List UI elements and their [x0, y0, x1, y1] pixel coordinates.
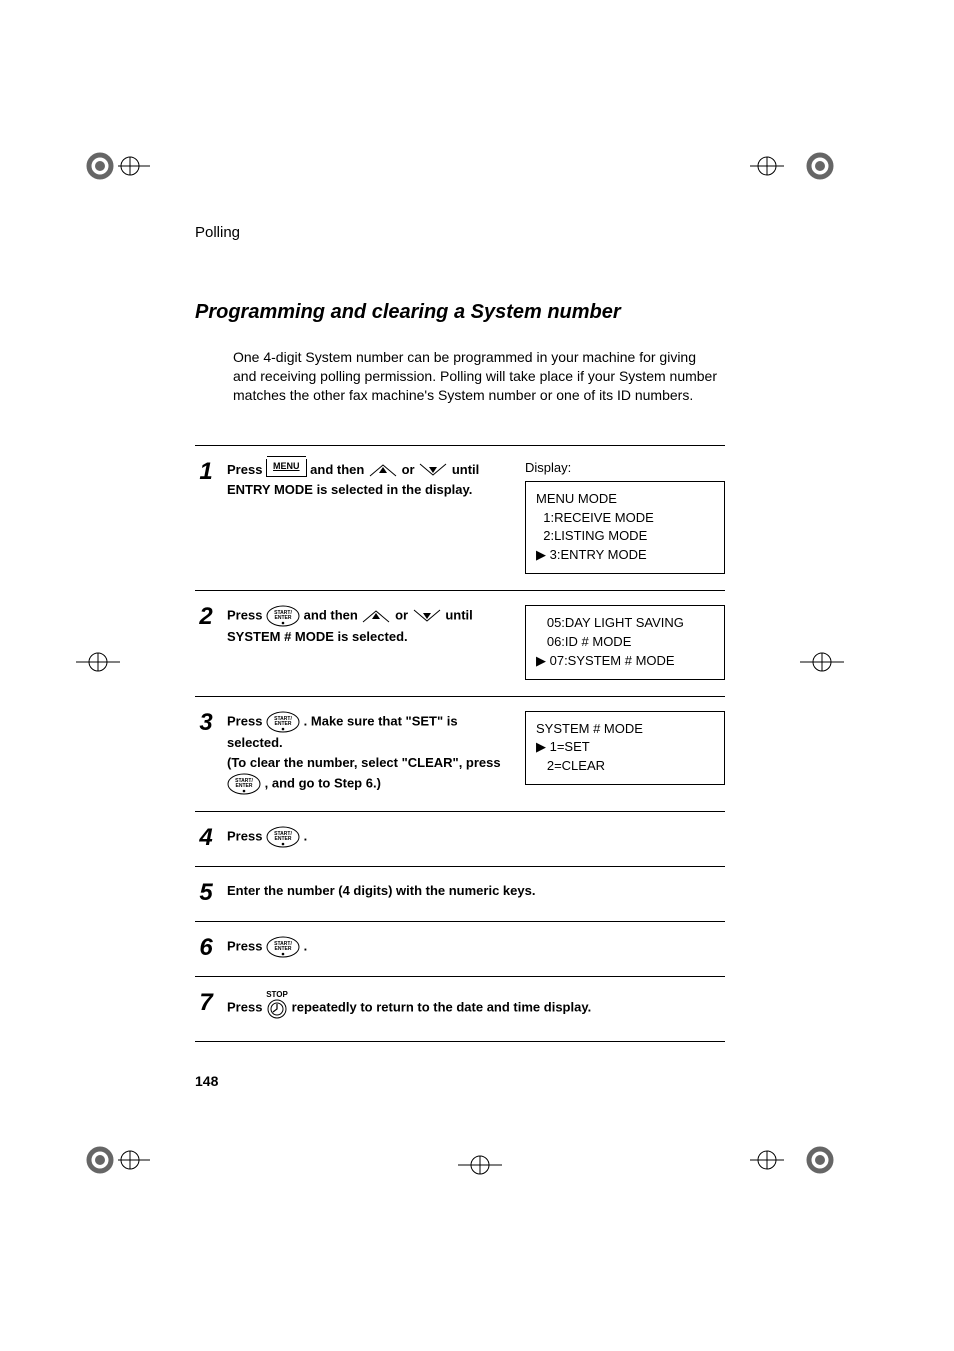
text: .	[304, 938, 308, 953]
step-text: Press START/ENTER .	[227, 826, 725, 848]
start-enter-key-icon: START/ENTER	[266, 605, 300, 627]
text: or	[395, 607, 412, 622]
text: , and go to Step 6.)	[265, 775, 381, 790]
step-text: Enter the number (4 digits) with the num…	[227, 881, 725, 901]
step-number: 4	[195, 826, 217, 850]
text: and then	[310, 462, 368, 477]
down-arrow-key-icon	[412, 609, 442, 623]
text: (To clear the number, select "CLEAR", pr…	[227, 755, 501, 770]
step-display: Display: MENU MODE 1:RECEIVE MODE 2:LIST…	[525, 460, 725, 574]
step-number: 3	[195, 711, 217, 735]
start-enter-key-icon: START/ENTER	[266, 711, 300, 733]
registration-mark-icon	[750, 136, 810, 196]
stop-key-icon: STOP	[266, 991, 288, 1025]
start-enter-key-icon: START/ENTER	[266, 936, 300, 958]
registration-mark-icon	[450, 1135, 510, 1195]
text: Press	[227, 938, 266, 953]
step-row: 2 Press START/ENTER and then or until SY…	[195, 591, 725, 697]
text: Press	[227, 713, 266, 728]
text: Press	[227, 999, 266, 1014]
step-number: 7	[195, 991, 217, 1015]
step-row: 6 Press START/ENTER .	[195, 922, 725, 977]
section-title: Programming and clearing a System number	[195, 301, 725, 324]
display-label: Display:	[525, 460, 725, 475]
display-box: MENU MODE 1:RECEIVE MODE 2:LISTING MODE …	[525, 481, 725, 574]
registration-mark-icon	[790, 632, 850, 692]
text: and then	[304, 607, 362, 622]
text: repeatedly to return to the date and tim…	[292, 999, 592, 1014]
intro-paragraph: One 4-digit System number can be program…	[233, 348, 719, 405]
text: or	[402, 462, 419, 477]
menu-key-icon: MENU	[266, 459, 307, 477]
step-text: Press START/ENTER and then or until SYST…	[227, 605, 501, 647]
step-number: 2	[195, 605, 217, 629]
step-row: 1 Press MENU and then or until ENTRY MOD…	[195, 446, 725, 591]
svg-text:ENTER: ENTER	[236, 783, 253, 789]
step-row: 5 Enter the number (4 digits) with the n…	[195, 867, 725, 922]
step-display: SYSTEM # MODE ▶ 1=SET 2=CLEAR	[525, 711, 725, 786]
down-arrow-key-icon	[418, 463, 448, 477]
running-header: Polling	[195, 224, 725, 241]
svg-text:ENTER: ENTER	[275, 721, 292, 727]
svg-text:ENTER: ENTER	[275, 946, 292, 952]
step-text: Press STOP repeatedly to return to the d…	[227, 991, 725, 1025]
menu-key-label: MENU	[273, 461, 300, 471]
svg-text:ENTER: ENTER	[275, 615, 292, 621]
text: .	[304, 828, 308, 843]
start-enter-key-icon: START/ENTER	[227, 773, 261, 795]
up-arrow-key-icon	[361, 609, 391, 623]
step-text: Press START/ENTER .	[227, 936, 725, 958]
registration-mark-icon	[80, 136, 140, 196]
step-text: Press MENU and then or until ENTRY MODE …	[227, 460, 501, 500]
step-number: 5	[195, 881, 217, 905]
step-row: 4 Press START/ENTER .	[195, 812, 725, 867]
text: Press	[227, 462, 266, 477]
page-content: Polling Programming and clearing a Syste…	[195, 224, 725, 1042]
stop-key-label: STOP	[266, 991, 288, 999]
step-row: 3 Press START/ENTER . Make sure that "SE…	[195, 697, 725, 812]
step-text: Press START/ENTER . Make sure that "SET"…	[227, 711, 501, 795]
up-arrow-key-icon	[368, 463, 398, 477]
registration-mark-icon	[750, 1130, 810, 1190]
display-box: SYSTEM # MODE ▶ 1=SET 2=CLEAR	[525, 711, 725, 786]
step-row: 7 Press STOP repeatedly to return to the…	[195, 977, 725, 1042]
step-number: 1	[195, 460, 217, 484]
registration-mark-icon	[76, 632, 136, 692]
step-number: 6	[195, 936, 217, 960]
text: Press	[227, 607, 266, 622]
text: Press	[227, 828, 266, 843]
steps-list: 1 Press MENU and then or until ENTRY MOD…	[195, 445, 725, 1042]
display-box: 05:DAY LIGHT SAVING 06:ID # MODE ▶ 07:SY…	[525, 605, 725, 680]
step-display: 05:DAY LIGHT SAVING 06:ID # MODE ▶ 07:SY…	[525, 605, 725, 680]
start-enter-key-icon: START/ENTER	[266, 826, 300, 848]
page-number: 148	[195, 1073, 218, 1089]
registration-mark-icon	[80, 1130, 140, 1190]
svg-text:ENTER: ENTER	[275, 836, 292, 842]
